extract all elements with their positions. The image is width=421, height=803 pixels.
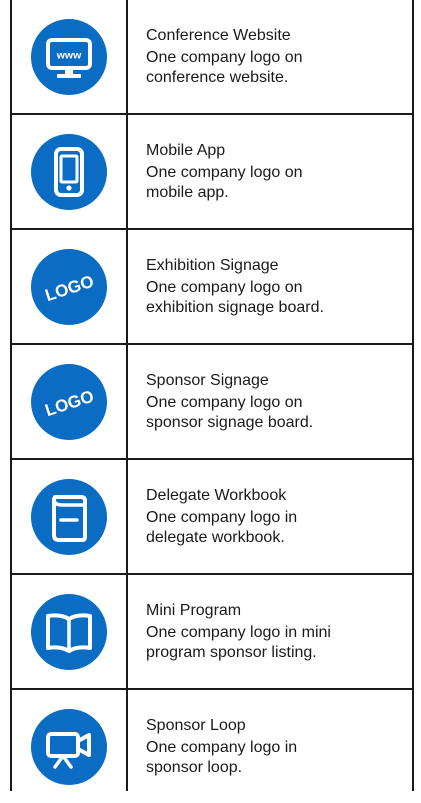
video-camera-icon (31, 708, 107, 785)
item-title: Sponsor Loop (146, 716, 246, 734)
table-row: Mobile App One company logo on mobile ap… (12, 115, 412, 228)
item-description: One company logo on mobile app. (146, 163, 303, 201)
text-cell: Mini Program One company logo in mini pr… (146, 575, 408, 688)
item-title: Delegate Workbook (146, 486, 287, 504)
item-description: One company logo in sponsor loop. (146, 738, 298, 776)
text-cell: Delegate Workbook One company logo in de… (146, 460, 408, 573)
logo-icon-label: LOGO (43, 386, 96, 420)
website-icon-label: www (56, 49, 82, 61)
logo-icon: LOGO (31, 248, 107, 325)
item-description: One company logo on exhibition signage b… (146, 278, 324, 316)
icon-cell: LOGO (12, 345, 126, 458)
table-row: LOGO Exhibition Signage One company logo… (12, 230, 412, 343)
item-description: One company logo in mini program sponsor… (146, 623, 331, 661)
icon-cell (12, 575, 126, 688)
item-title: Conference Website (146, 26, 291, 44)
item-title: Mini Program (146, 601, 242, 619)
text-cell: Mobile App One company logo on mobile ap… (146, 115, 408, 228)
table-row: Mini Program One company logo in mini pr… (12, 575, 412, 688)
website-icon: www (31, 18, 107, 95)
sponsorship-benefits-table: www Conference Website One company logo … (10, 0, 414, 791)
icon-cell (12, 690, 126, 803)
table-row: www Conference Website One company logo … (12, 0, 412, 113)
item-description: One company logo in delegate workbook. (146, 508, 298, 546)
text-cell: Conference Website One company logo on c… (146, 0, 408, 113)
text-cell: Exhibition Signage One company logo on e… (146, 230, 408, 343)
icon-cell: www (12, 0, 126, 113)
icon-cell (12, 115, 126, 228)
table-row: Sponsor Loop One company logo in sponsor… (12, 690, 412, 803)
logo-icon: LOGO (31, 363, 107, 440)
workbook-icon (31, 478, 107, 555)
icon-cell: LOGO (12, 230, 126, 343)
mobile-phone-icon (31, 133, 107, 210)
text-cell: Sponsor Loop One company logo in sponsor… (146, 690, 408, 803)
open-book-icon (31, 593, 107, 670)
text-cell: Sponsor Signage One company logo on spon… (146, 345, 408, 458)
table-row: LOGO Sponsor Signage One company logo on… (12, 345, 412, 458)
item-description: One company logo on conference website. (146, 48, 303, 86)
logo-icon-label: LOGO (43, 271, 96, 305)
item-title: Exhibition Signage (146, 256, 279, 274)
item-title: Sponsor Signage (146, 371, 269, 389)
item-description: One company logo on sponsor signage boar… (146, 393, 314, 431)
icon-cell (12, 460, 126, 573)
table-row: Delegate Workbook One company logo in de… (12, 460, 412, 573)
item-title: Mobile App (146, 141, 226, 159)
